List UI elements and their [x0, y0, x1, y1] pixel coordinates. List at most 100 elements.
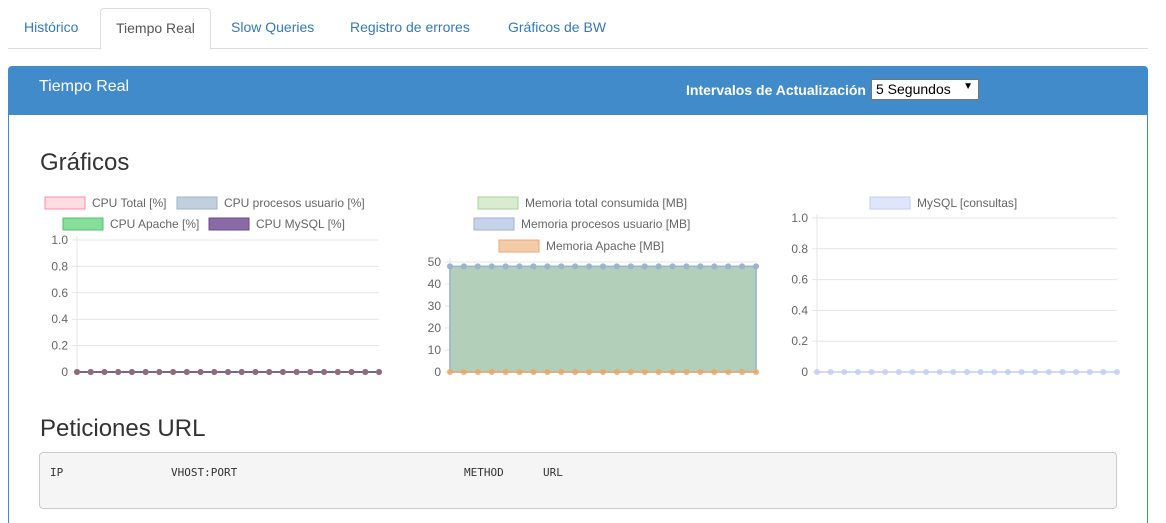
- data-point[interactable]: [814, 369, 820, 375]
- data-point[interactable]: [1073, 369, 1080, 375]
- data-point[interactable]: [600, 369, 606, 375]
- data-point[interactable]: [460, 369, 467, 375]
- data-point[interactable]: [530, 369, 537, 375]
- data-point[interactable]: [544, 263, 551, 270]
- data-point[interactable]: [516, 263, 523, 270]
- data-point[interactable]: [488, 263, 495, 270]
- data-point[interactable]: [669, 369, 676, 375]
- data-point[interactable]: [558, 263, 565, 270]
- data-point[interactable]: [977, 369, 984, 375]
- legend-item[interactable]: MySQL [consultas]: [869, 196, 1017, 210]
- data-point[interactable]: [447, 263, 453, 270]
- data-point[interactable]: [641, 263, 648, 270]
- data-point[interactable]: [321, 369, 328, 375]
- data-point[interactable]: [558, 369, 565, 375]
- legend-item[interactable]: CPU Total [%]: [44, 196, 166, 210]
- data-point[interactable]: [530, 263, 537, 270]
- data-point[interactable]: [474, 369, 481, 375]
- data-point[interactable]: [991, 369, 998, 375]
- data-point[interactable]: [641, 369, 648, 375]
- data-point[interactable]: [627, 263, 634, 270]
- data-point[interactable]: [854, 369, 861, 375]
- data-point[interactable]: [225, 369, 231, 375]
- data-point[interactable]: [1004, 369, 1011, 375]
- data-point[interactable]: [572, 369, 579, 375]
- data-point[interactable]: [1100, 369, 1107, 375]
- tab-tiempo-real[interactable]: Tiempo Real: [100, 8, 211, 50]
- data-point[interactable]: [627, 369, 634, 375]
- legend-item[interactable]: Memoria Apache [MB]: [498, 239, 664, 253]
- data-point[interactable]: [101, 369, 108, 375]
- data-point[interactable]: [827, 369, 834, 375]
- data-point[interactable]: [725, 263, 732, 270]
- data-point[interactable]: [697, 369, 704, 375]
- data-point[interactable]: [128, 369, 135, 375]
- tab-historico[interactable]: Histórico: [9, 8, 93, 49]
- tab-graficos-bw[interactable]: Gráficos de BW: [493, 8, 621, 49]
- data-point[interactable]: [1045, 369, 1052, 375]
- tab-slow-queries[interactable]: Slow Queries: [216, 8, 329, 49]
- data-point[interactable]: [115, 369, 122, 375]
- data-point[interactable]: [252, 369, 259, 375]
- data-point[interactable]: [1032, 369, 1039, 375]
- data-point[interactable]: [586, 263, 593, 270]
- data-point[interactable]: [711, 369, 718, 375]
- legend-item[interactable]: CPU MySQL [%]: [208, 217, 345, 231]
- data-point[interactable]: [669, 263, 676, 270]
- data-point[interactable]: [1114, 369, 1120, 375]
- data-point[interactable]: [488, 369, 495, 375]
- data-point[interactable]: [711, 263, 718, 270]
- data-point[interactable]: [1086, 369, 1093, 375]
- legend-item[interactable]: Memoria procesos usuario [MB]: [473, 217, 690, 231]
- data-point[interactable]: [882, 369, 889, 375]
- data-point[interactable]: [1059, 369, 1066, 375]
- legend-item[interactable]: CPU Apache [%]: [62, 217, 199, 231]
- data-point[interactable]: [725, 369, 732, 375]
- legend-item[interactable]: CPU procesos usuario [%]: [176, 196, 365, 210]
- data-point[interactable]: [544, 369, 551, 375]
- data-point[interactable]: [334, 369, 341, 375]
- data-point[interactable]: [502, 263, 509, 270]
- data-point[interactable]: [586, 369, 593, 375]
- data-point[interactable]: [950, 369, 957, 375]
- data-point[interactable]: [293, 369, 300, 375]
- data-point[interactable]: [279, 369, 286, 375]
- data-point[interactable]: [655, 369, 662, 375]
- data-point[interactable]: [266, 369, 273, 375]
- data-point[interactable]: [502, 369, 509, 375]
- data-point[interactable]: [1018, 369, 1025, 375]
- data-point[interactable]: [348, 369, 355, 375]
- data-point[interactable]: [936, 369, 943, 375]
- data-point[interactable]: [841, 369, 848, 375]
- data-point[interactable]: [362, 369, 369, 375]
- data-point[interactable]: [739, 263, 746, 270]
- data-point[interactable]: [923, 369, 930, 375]
- data-point[interactable]: [613, 263, 620, 270]
- data-point[interactable]: [170, 369, 177, 375]
- data-point[interactable]: [211, 369, 218, 375]
- data-point[interactable]: [156, 369, 163, 375]
- data-point[interactable]: [307, 369, 314, 375]
- legend-item[interactable]: Memoria total consumida [MB]: [477, 196, 687, 210]
- data-point[interactable]: [739, 369, 746, 375]
- data-point[interactable]: [474, 263, 481, 270]
- data-point[interactable]: [909, 369, 916, 375]
- data-point[interactable]: [238, 369, 245, 375]
- data-point[interactable]: [183, 369, 190, 375]
- data-point[interactable]: [376, 369, 382, 375]
- data-point[interactable]: [868, 369, 875, 375]
- data-point[interactable]: [697, 263, 704, 270]
- data-point[interactable]: [87, 369, 94, 375]
- tab-registro-errores[interactable]: Registro de errores: [335, 8, 485, 49]
- data-point[interactable]: [572, 263, 579, 270]
- data-point[interactable]: [655, 263, 662, 270]
- data-point[interactable]: [74, 369, 80, 375]
- data-point[interactable]: [613, 369, 620, 375]
- data-point[interactable]: [753, 263, 759, 270]
- interval-select[interactable]: 5 Segundos ▼: [871, 79, 979, 100]
- data-point[interactable]: [683, 263, 690, 270]
- data-point[interactable]: [447, 369, 453, 375]
- data-point[interactable]: [516, 369, 523, 375]
- data-point[interactable]: [460, 263, 467, 270]
- data-point[interactable]: [683, 369, 690, 375]
